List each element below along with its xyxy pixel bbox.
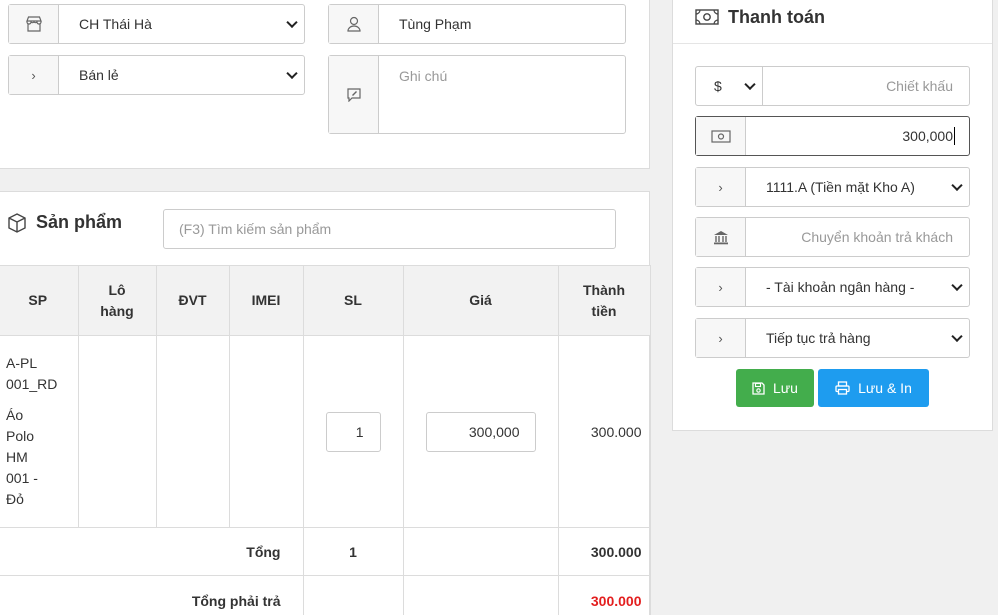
- header-imei: IMEI: [228, 265, 304, 336]
- price-cell: 300,000: [402, 335, 559, 528]
- product-code-line: 001_RD: [6, 376, 58, 392]
- sale-type-value: Bán lẻ: [59, 56, 304, 94]
- money-icon: [695, 9, 719, 25]
- pay-label: Tổng phải trả: [0, 575, 304, 615]
- qty-cell: 1: [302, 335, 404, 528]
- header-lot: Lô hàng: [77, 265, 157, 336]
- products-card: Sản phẩm (F3) Tìm kiếm sản phẩm SP Lô hàn…: [0, 191, 651, 615]
- pay-row: Tổng phải trả 300.000: [0, 575, 651, 615]
- discount-input[interactable]: Chiết khấu: [763, 67, 969, 105]
- header-price: Giá: [402, 265, 559, 336]
- product-name-line: 001 -: [6, 470, 38, 486]
- lot-cell: [77, 335, 157, 528]
- product-name-line: Polo: [6, 428, 35, 444]
- save-button-label: Lưu: [773, 380, 798, 396]
- product-name-line: HM: [6, 449, 28, 465]
- products-title-text: Sản phẩm: [36, 212, 123, 232]
- payment-divider: [673, 43, 992, 44]
- note-textarea[interactable]: Ghi chú: [328, 55, 626, 134]
- cash-amount-group: 300,000: [695, 116, 970, 156]
- header-unit: ĐVT: [155, 265, 230, 336]
- payment-title: Thanh toán: [695, 2, 825, 32]
- header-qty: SL: [302, 265, 404, 336]
- save-print-button[interactable]: Lưu & In: [818, 369, 929, 407]
- bank-icon: [696, 218, 746, 256]
- payment-title-text: Thanh toán: [728, 6, 825, 27]
- store-select[interactable]: CH Thái Hà: [8, 4, 305, 44]
- products-title: Sản phẩm: [7, 212, 122, 233]
- product-name-line: Đỏ: [6, 491, 24, 507]
- currency-select[interactable]: $: [696, 67, 763, 105]
- chevron-right-icon: ›: [696, 319, 746, 357]
- bank-account-select[interactable]: › - Tài khoản ngân hàng -: [695, 267, 970, 307]
- sum-total: 300.000: [557, 527, 651, 576]
- table-header-row: SP Lô hàng ĐVT IMEI SL Giá Thành tiền: [0, 265, 651, 336]
- after-action-select[interactable]: › Tiếp tục trả hàng: [695, 318, 970, 358]
- discount-placeholder: Chiết khấu: [886, 78, 953, 94]
- cash-amount-input[interactable]: 300,000: [746, 117, 969, 155]
- after-action-value: Tiếp tục trả hàng: [746, 319, 969, 357]
- product-info-cell: A-PL 001_RD Áo Polo HM 001 - Đỏ: [0, 335, 79, 528]
- chevron-right-icon: ›: [9, 56, 59, 94]
- note-placeholder: Ghi chú: [379, 56, 625, 133]
- cash-icon: [696, 117, 746, 155]
- user-icon: [329, 5, 379, 43]
- save-icon: [752, 381, 765, 395]
- note-placeholder-text: Ghi chú: [399, 68, 448, 84]
- cash-amount-value: 300,000: [902, 128, 953, 144]
- product-name-line: Áo: [6, 407, 24, 423]
- customer-field[interactable]: Tùng Phạm: [328, 4, 626, 44]
- cash-account-value: 1111.A (Tiền mặt Kho A): [746, 168, 969, 206]
- chevron-right-icon: ›: [696, 168, 746, 206]
- pay-qty-empty: [302, 575, 404, 615]
- pay-total: 300.000: [557, 575, 651, 615]
- product-code-line: A-PL: [6, 355, 38, 371]
- box-icon: [8, 212, 26, 233]
- note-edit-icon: [329, 56, 379, 133]
- unit-cell: [155, 335, 230, 528]
- discount-group: $ Chiết khấu: [695, 66, 970, 106]
- products-table: SP Lô hàng ĐVT IMEI SL Giá Thành tiền A-PL…: [0, 265, 651, 615]
- store-value: CH Thái Hà: [59, 5, 304, 43]
- price-input[interactable]: 300,000: [425, 411, 536, 452]
- transfer-group: Chuyển khoản trả khách: [695, 217, 970, 257]
- transfer-placeholder: Chuyển khoản trả khách: [801, 229, 953, 245]
- pay-price-empty: [402, 575, 559, 615]
- cash-account-select[interactable]: › 1111.A (Tiền mặt Kho A): [695, 167, 970, 207]
- order-info-card: CH Thái Hà › Bán lẻ Tùng Phạm Ghi chú: [0, 0, 650, 169]
- payment-card: Thanh toán: [672, 0, 993, 431]
- table-row: A-PL 001_RD Áo Polo HM 001 - Đỏ 1 300,00…: [0, 335, 651, 528]
- store-icon: [9, 5, 59, 43]
- header-sp: SP: [0, 265, 79, 336]
- transfer-input[interactable]: Chuyển khoản trả khách: [746, 218, 969, 256]
- product-search-input[interactable]: (F3) Tìm kiếm sản phẩm: [163, 209, 616, 249]
- sum-qty: 1: [302, 527, 404, 576]
- qty-input[interactable]: 1: [325, 411, 381, 452]
- chevron-right-icon: ›: [696, 268, 746, 306]
- sale-type-select[interactable]: › Bán lẻ: [8, 55, 305, 95]
- save-button[interactable]: Lưu: [736, 369, 814, 407]
- sum-price-empty: [402, 527, 559, 576]
- line-total-cell: 300.000: [557, 335, 651, 528]
- product-search-placeholder: (F3) Tìm kiếm sản phẩm: [179, 221, 332, 237]
- save-print-button-label: Lưu & In: [858, 380, 912, 396]
- bank-account-value: - Tài khoản ngân hàng -: [746, 268, 969, 306]
- header-total: Thành tiền: [557, 265, 651, 336]
- printer-icon: [835, 381, 850, 395]
- sum-row: Tổng 1 300.000: [0, 527, 651, 576]
- customer-value: Tùng Phạm: [399, 16, 472, 32]
- imei-cell: [228, 335, 304, 528]
- sum-label: Tổng: [0, 527, 304, 576]
